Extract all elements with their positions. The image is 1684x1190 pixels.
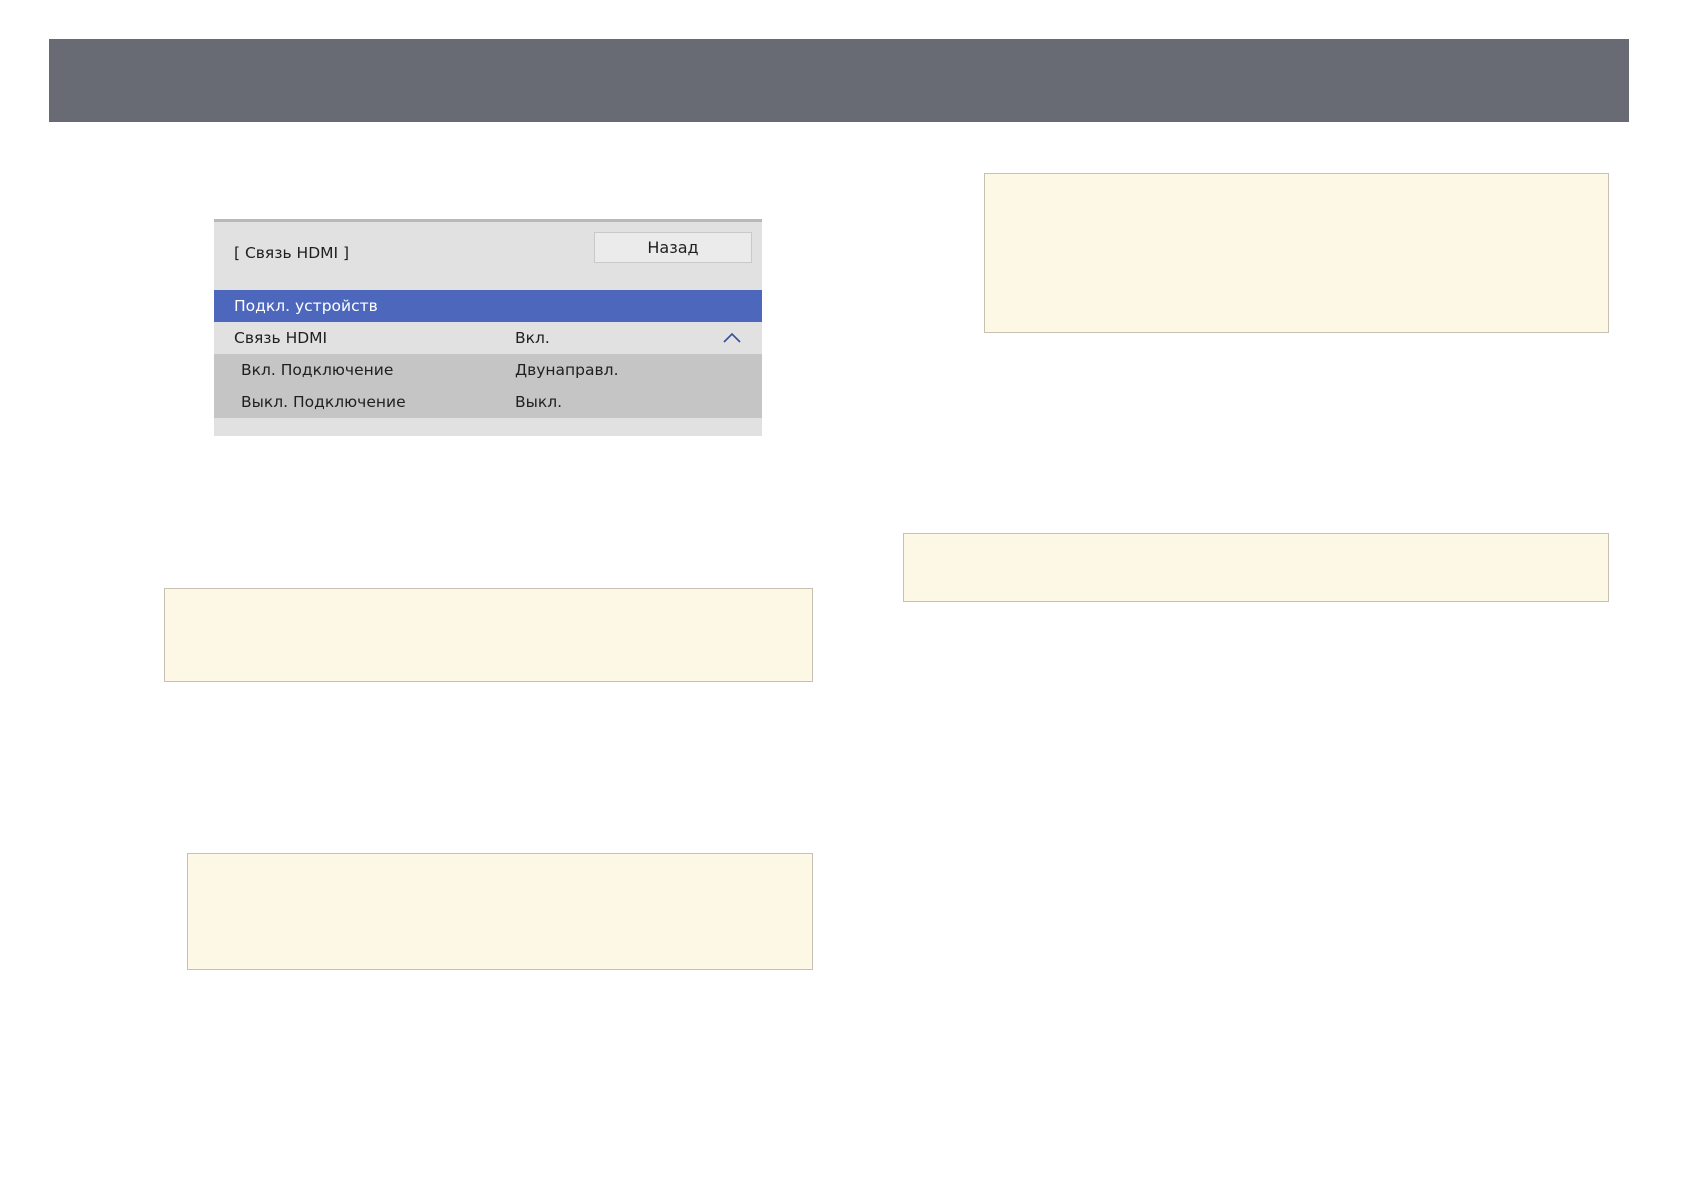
menu-item-label: Связь HDMI [234, 329, 328, 347]
menu-item-hdmi-link[interactable]: Связь HDMI Вкл. [214, 322, 762, 354]
menu-item-device-connections[interactable]: Подкл. устройств [214, 290, 762, 322]
menu-item-value: Двунаправл. [515, 361, 619, 379]
menu-item-label: Выкл. Подключение [241, 393, 406, 411]
chevron-up-icon[interactable] [723, 332, 741, 344]
menu-footer [214, 418, 762, 436]
page: [ Связь HDMI ] Назад Подкл. устройств Св… [0, 0, 1684, 1190]
menu-item-value: Выкл. [515, 393, 563, 411]
note-box [903, 533, 1609, 602]
note-box [164, 588, 813, 682]
menu-item-value: Вкл. [515, 329, 550, 347]
menu-title: [ Связь HDMI ] [234, 244, 350, 262]
hdmi-link-menu: [ Связь HDMI ] Назад Подкл. устройств Св… [214, 219, 762, 436]
menu-item-power-on-link[interactable]: Вкл. Подключение Двунаправл. [214, 354, 762, 386]
back-button[interactable]: Назад [594, 232, 752, 263]
header-bar [49, 39, 1629, 122]
menu-item-power-off-link[interactable]: Выкл. Подключение Выкл. [214, 386, 762, 418]
menu-item-label: Вкл. Подключение [241, 361, 394, 379]
menu-item-label: Подкл. устройств [234, 297, 378, 315]
note-box [984, 173, 1609, 333]
note-box [187, 853, 813, 970]
